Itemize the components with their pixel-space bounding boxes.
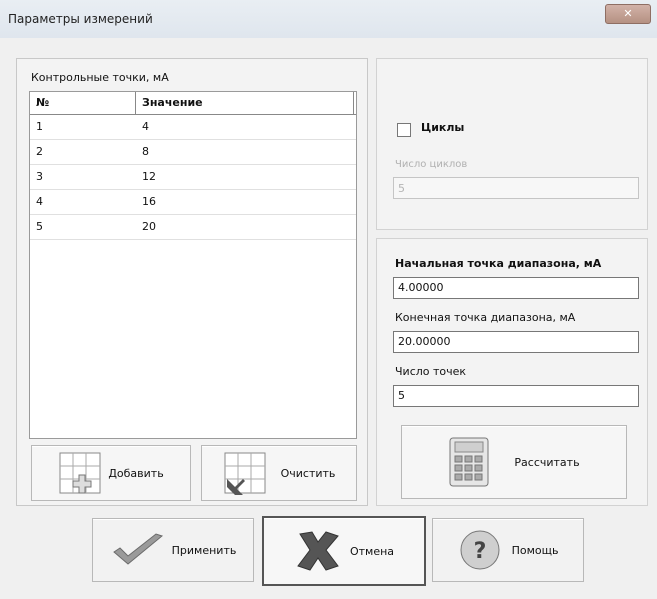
help-button[interactable]: ? Помощь — [432, 518, 584, 582]
range-end-input[interactable]: 20.00000 — [393, 331, 639, 353]
help-button-label: Помощь — [511, 543, 559, 557]
table-row[interactable]: 3 12 — [30, 165, 356, 190]
cell-no: 1 — [36, 120, 43, 133]
points-count-label: Число точек — [395, 365, 467, 378]
range-start-label: Начальная точка диапазона, мА — [395, 257, 602, 270]
range-panel: Начальная точка диапазона, мА 4.00000 Ко… — [376, 238, 648, 506]
clear-button[interactable]: Очистить — [201, 445, 357, 501]
dialog-body: Контрольные точки, мА № Значение 1 4 2 8… — [0, 38, 657, 599]
column-header-no[interactable]: № — [30, 92, 136, 114]
points-count-input[interactable]: 5 — [393, 385, 639, 407]
clear-button-label: Очистить — [280, 466, 336, 480]
cell-value: 20 — [142, 220, 156, 233]
cycles-panel: Циклы Число циклов 5 — [376, 58, 648, 230]
table-row[interactable]: 2 8 — [30, 140, 356, 165]
cycles-count-input[interactable]: 5 — [393, 177, 639, 199]
table-row[interactable]: 4 16 — [30, 190, 356, 215]
add-button[interactable]: Добавить — [31, 445, 191, 501]
calculate-button-label: Рассчитать — [514, 455, 580, 469]
cell-no: 3 — [36, 170, 43, 183]
table-row[interactable]: 5 20 — [30, 215, 356, 240]
close-icon: ✕ — [623, 7, 633, 20]
cell-no: 4 — [36, 195, 43, 208]
calculator-icon — [449, 437, 489, 487]
control-points-table[interactable]: № Значение 1 4 2 8 3 12 4 16 5 20 — [29, 91, 357, 439]
cycles-checkbox[interactable] — [397, 123, 411, 137]
cell-no: 2 — [36, 145, 43, 158]
column-header-value[interactable]: Значение — [136, 92, 354, 114]
cancel-button[interactable]: Отмена — [262, 516, 426, 586]
checkmark-icon — [112, 533, 163, 565]
add-button-label: Добавить — [108, 466, 164, 480]
cell-no: 5 — [36, 220, 43, 233]
control-points-panel: Контрольные точки, мА № Значение 1 4 2 8… — [16, 58, 368, 506]
svg-text:?: ? — [473, 539, 486, 564]
control-points-label: Контрольные точки, мА — [31, 71, 169, 84]
cell-value: 12 — [142, 170, 156, 183]
cell-value: 8 — [142, 145, 149, 158]
apply-button[interactable]: Применить — [92, 518, 254, 582]
apply-button-label: Применить — [171, 543, 237, 557]
cell-value: 4 — [142, 120, 149, 133]
cancel-button-label: Отмена — [349, 544, 395, 558]
table-header: № Значение — [30, 92, 356, 115]
help-icon: ? — [460, 530, 500, 570]
table-row[interactable]: 1 4 — [30, 115, 356, 140]
close-button[interactable]: ✕ — [605, 4, 651, 24]
grid-plus-icon — [59, 452, 101, 494]
grid-x-icon — [224, 452, 266, 495]
cross-icon — [297, 531, 339, 571]
range-start-input[interactable]: 4.00000 — [393, 277, 639, 299]
cycles-checkbox-label[interactable]: Циклы — [421, 121, 464, 134]
calculate-button[interactable]: Рассчитать — [401, 425, 627, 499]
range-end-label: Конечная точка диапазона, мА — [395, 311, 576, 324]
cycles-count-label: Число циклов — [395, 159, 468, 170]
cell-value: 16 — [142, 195, 156, 208]
title-bar: Параметры измерений ✕ — [0, 0, 657, 39]
window-title: Параметры измерений — [8, 12, 153, 26]
